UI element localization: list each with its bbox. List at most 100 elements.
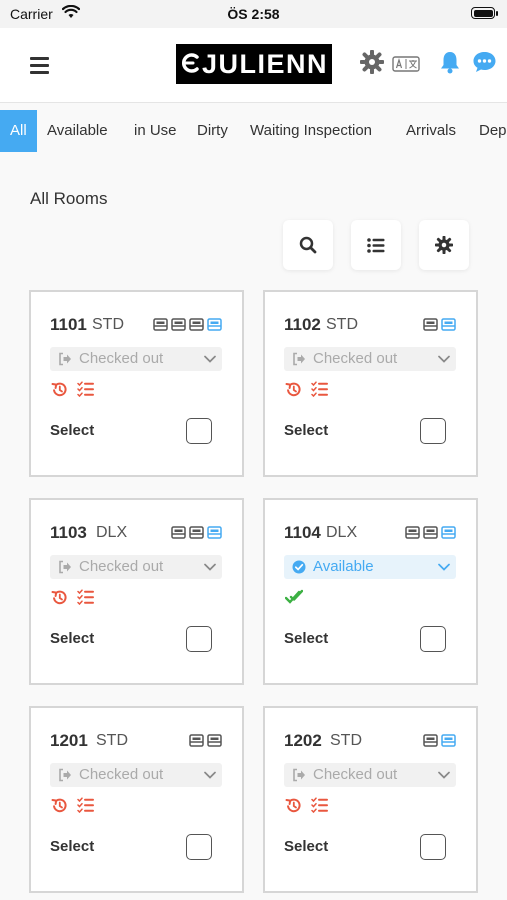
room-status-text: Checked out <box>79 766 164 783</box>
logo-mark-icon <box>181 53 199 73</box>
notifications-bell-icon[interactable] <box>439 50 461 74</box>
chevron-down-icon <box>204 563 216 571</box>
history-icon[interactable] <box>51 797 68 814</box>
checkout-icon <box>59 768 71 782</box>
room-status-dropdown[interactable]: Checked out <box>284 347 456 371</box>
room-action-icons <box>285 797 328 817</box>
bed-icon <box>153 318 168 332</box>
chevron-down-icon <box>204 771 216 779</box>
room-status-dropdown[interactable]: Checked out <box>284 763 456 787</box>
bed-icons <box>171 526 222 540</box>
bed-icon <box>423 526 438 540</box>
room-card-1202[interactable]: 1202 STD Checked out Select <box>263 706 478 893</box>
room-number: 1102 <box>284 315 321 334</box>
menu-icon[interactable] <box>30 57 49 74</box>
select-label: Select <box>50 838 95 855</box>
filter-settings-button[interactable] <box>419 220 469 270</box>
bed-icons <box>153 318 222 332</box>
history-icon[interactable] <box>285 381 302 398</box>
task-list-icon[interactable] <box>311 797 328 813</box>
room-card-1102[interactable]: 1102 STD Checked out Select <box>263 290 478 477</box>
tab-waiting-inspection[interactable]: Waiting Inspection <box>250 110 372 152</box>
room-type: STD <box>92 316 124 333</box>
room-status-dropdown[interactable]: Checked out <box>50 347 222 371</box>
tab-in-use[interactable]: in Use <box>134 110 177 152</box>
bed-icon <box>441 526 456 540</box>
battery-tip <box>496 11 498 16</box>
select-checkbox[interactable] <box>186 626 212 652</box>
task-list-icon[interactable] <box>311 381 328 397</box>
history-icon[interactable] <box>285 797 302 814</box>
language-icon[interactable] <box>392 56 420 72</box>
select-checkbox[interactable] <box>420 834 446 860</box>
room-number: 1202 <box>284 731 322 750</box>
room-number: 1101 <box>50 315 87 334</box>
logo: JULIENN <box>176 44 332 84</box>
room-card-1201[interactable]: 1201 STD Checked out Select <box>29 706 244 893</box>
room-status-dropdown[interactable]: Checked out <box>50 555 222 579</box>
room-type: DLX <box>326 524 358 541</box>
room-status-dropdown[interactable]: Checked out <box>50 763 222 787</box>
bed-icon <box>207 318 222 332</box>
bed-icons <box>423 734 456 748</box>
room-status-text: Checked out <box>79 350 164 367</box>
clock: ÖS 2:58 <box>227 6 280 22</box>
room-type: STD <box>96 732 128 749</box>
room-action-icons <box>285 381 328 401</box>
room-action-icons <box>51 381 94 401</box>
tab-arrivals[interactable]: Arrivals <box>406 110 456 152</box>
search-icon <box>299 236 317 254</box>
bed-icon <box>441 318 456 332</box>
room-action-icons <box>51 589 94 609</box>
tab-departures[interactable]: Dep <box>479 110 507 152</box>
room-status-text: Checked out <box>79 558 164 575</box>
status-bar: Carrier ÖS 2:58 <box>0 0 507 28</box>
history-icon[interactable] <box>51 589 68 606</box>
checkout-icon <box>59 560 71 574</box>
bed-icon <box>207 734 222 748</box>
select-checkbox[interactable] <box>186 834 212 860</box>
chat-bubble-icon[interactable] <box>472 50 497 74</box>
task-list-icon[interactable] <box>77 381 94 397</box>
history-icon[interactable] <box>51 381 68 398</box>
room-status-text: Checked out <box>313 766 398 783</box>
settings-gear-icon[interactable] <box>360 50 384 74</box>
select-label: Select <box>284 838 329 855</box>
double-check-icon <box>285 589 303 604</box>
room-card-1103[interactable]: 1103 DLX Checked out Select <box>29 498 244 685</box>
bed-icons <box>423 318 456 332</box>
room-number: 1201 <box>50 731 88 750</box>
section-title: All Rooms <box>30 189 108 208</box>
battery-icon <box>471 7 495 19</box>
select-label: Select <box>50 422 95 439</box>
chevron-down-icon <box>438 355 450 363</box>
select-checkbox[interactable] <box>420 626 446 652</box>
bed-icon <box>423 318 438 332</box>
room-number: 1104 <box>284 523 321 542</box>
tab-dirty[interactable]: Dirty <box>197 110 228 152</box>
select-label: Select <box>284 630 329 647</box>
task-list-icon[interactable] <box>77 589 94 605</box>
filter-tabs: All Available in Use Dirty Waiting Inspe… <box>0 110 507 152</box>
select-checkbox[interactable] <box>186 418 212 444</box>
room-card-1104[interactable]: 1104 DLX Available Select <box>263 498 478 685</box>
bed-icon <box>405 526 420 540</box>
room-status-text: Available <box>313 558 374 575</box>
bed-icon <box>189 734 204 748</box>
list-view-button[interactable] <box>351 220 401 270</box>
checkout-icon <box>293 352 305 366</box>
bed-icon <box>189 526 204 540</box>
bed-icon <box>441 734 456 748</box>
tab-available[interactable]: Available <box>47 110 108 152</box>
room-action-icons <box>51 797 94 817</box>
room-status-dropdown[interactable]: Available <box>284 555 456 579</box>
room-card-1101[interactable]: 1101 STD Checked out Select <box>29 290 244 477</box>
list-icon <box>367 237 385 253</box>
app-bar: JULIENN <box>0 28 507 103</box>
select-checkbox[interactable] <box>420 418 446 444</box>
tab-all[interactable]: All <box>0 110 37 152</box>
task-list-icon[interactable] <box>77 797 94 813</box>
chevron-down-icon <box>438 771 450 779</box>
logo-text: JULIENN <box>202 49 329 79</box>
search-button[interactable] <box>283 220 333 270</box>
